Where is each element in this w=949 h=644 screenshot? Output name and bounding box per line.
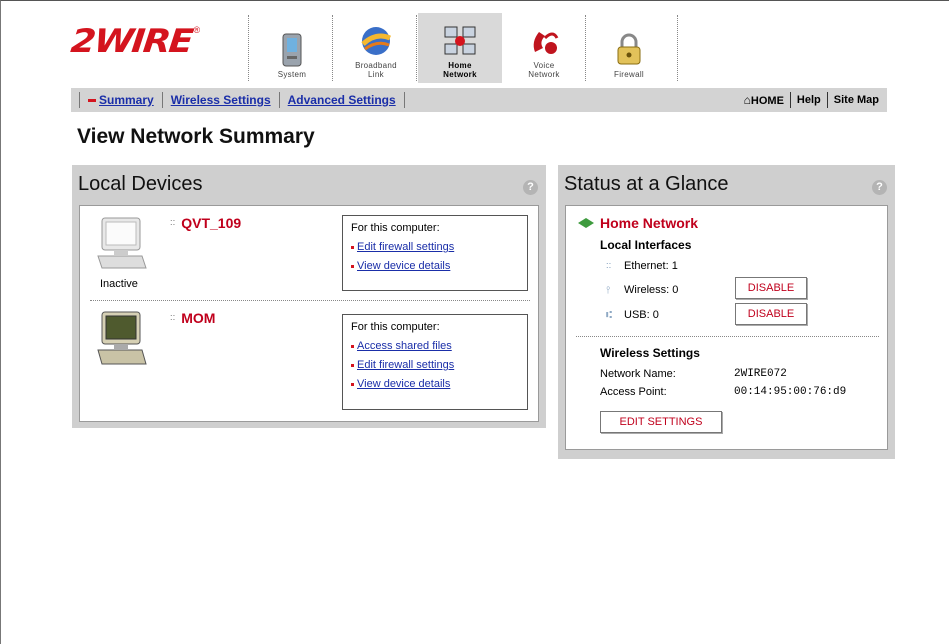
ethernet-label: Ethernet: [624, 260, 669, 272]
local-devices-title: Local Devices [78, 173, 203, 195]
wireless-settings-heading: Wireless Settings [600, 346, 700, 360]
disable-usb-button[interactable]: DISABLE [735, 303, 807, 325]
page-title: View Network Summary [77, 125, 315, 148]
status-title: Status at a Glance [564, 173, 729, 195]
device-name-text: MOM [181, 310, 216, 326]
tab-broadband-link-label: Broadband Link [355, 61, 397, 79]
tab-system[interactable]: System [250, 13, 334, 83]
subnav-summary-link[interactable]: Summary [88, 93, 154, 107]
site-map-link[interactable]: Site Map [834, 94, 879, 106]
wireless-row: ⫯ Wireless: 0 [606, 284, 678, 296]
network-name-value: 2WIRE072 [734, 368, 787, 380]
voice-network-icon [527, 24, 561, 58]
brand-logo[interactable]: 2WIRE ® [69, 19, 241, 63]
view-device-details-link[interactable]: View device details [351, 378, 527, 390]
home-network-icon [443, 24, 477, 58]
actions-header: For this computer: [351, 321, 440, 333]
tab-broadband-link[interactable]: Broadband Link [334, 13, 418, 83]
green-arrow-icon [586, 218, 594, 228]
view-device-details-link[interactable]: View device details [351, 260, 527, 272]
device-actions-box: For this computer: Access shared files E… [342, 314, 528, 410]
device-name-text: QVT_109 [181, 215, 242, 231]
subnav-divider [161, 92, 163, 108]
sub-navigation-bar: Summary Wireless Settings Advanced Setti… [71, 88, 887, 112]
local-interfaces-heading: Local Interfaces [600, 238, 692, 252]
access-point-value: 00:14:95:00:76:d9 [734, 386, 847, 398]
logo-text: 2WIRE [69, 22, 194, 60]
home-icon: ⌂ [743, 93, 751, 107]
ethernet-row: ∶∶ Ethernet: 1 [606, 260, 678, 272]
device-status: Inactive [100, 278, 138, 290]
actions-header: For this computer: [351, 222, 440, 234]
home-network-heading[interactable]: Home Network [578, 215, 698, 231]
computer-inactive-icon [94, 214, 152, 284]
subnav-divider [79, 92, 80, 108]
status-at-a-glance-panel: Status at a Glance ? Home Network Local … [558, 165, 895, 459]
firewall-icon [612, 33, 646, 67]
access-point-label: Access Point: [600, 386, 667, 398]
network-icon: ∶∶ [170, 217, 176, 229]
help-icon[interactable]: ? [523, 180, 538, 195]
broadband-link-icon [359, 24, 393, 58]
section-separator [576, 336, 879, 337]
system-icon [275, 33, 309, 67]
router-admin-page: 2WIRE ® System Broadband Link Home Netwo… [0, 0, 949, 644]
home-network-label: Home Network [600, 215, 699, 231]
device-name[interactable]: ∶∶ MOM [170, 310, 215, 326]
wireless-label: Wireless: [624, 284, 670, 296]
wireless-count: 0 [672, 284, 679, 296]
network-name-label: Network Name: [600, 368, 676, 380]
home-link[interactable]: ⌂HOME [744, 93, 784, 107]
tab-system-label: System [277, 70, 307, 79]
tab-firewall[interactable]: Firewall [587, 13, 671, 83]
usb-icon: ⑆ [606, 309, 612, 321]
local-devices-panel: Local Devices ? ∶∶ QVT_109 Inactive For t… [72, 165, 546, 428]
usb-count: 0 [652, 309, 659, 321]
edit-settings-button[interactable]: EDIT SETTINGS [600, 411, 722, 433]
usb-label: USB: [624, 309, 650, 321]
green-arrow-icon [578, 218, 586, 228]
disable-wireless-button[interactable]: DISABLE [735, 277, 807, 299]
help-link[interactable]: Help [797, 94, 821, 106]
subnav-wireless-settings-link[interactable]: Wireless Settings [171, 93, 271, 107]
tab-home-network[interactable]: Home Network [418, 13, 502, 83]
device-actions-box: For this computer: Edit firewall setting… [342, 215, 528, 291]
help-icon[interactable]: ? [872, 180, 887, 195]
utility-divider [789, 92, 791, 108]
status-content: Home Network Local Interfaces ∶∶ Etherne… [565, 205, 888, 450]
usb-row: ⑆ USB: 0 [606, 309, 659, 321]
tab-firewall-label: Firewall [614, 70, 644, 79]
nav-separator [677, 15, 678, 81]
registered-mark: ® [193, 25, 201, 35]
tab-voice-network[interactable]: Voice Network [502, 13, 586, 83]
network-icon: ∶∶ [170, 312, 176, 324]
access-shared-files-link[interactable]: Access shared files [351, 340, 527, 352]
tab-home-network-label: Home Network [443, 61, 477, 79]
subnav-summary-label: Summary [99, 93, 154, 107]
utility-divider [826, 92, 828, 108]
device-separator [90, 300, 530, 301]
active-marker [88, 99, 96, 103]
device-name[interactable]: ∶∶ QVT_109 [170, 215, 241, 231]
subnav-divider [278, 92, 280, 108]
home-link-label: HOME [750, 95, 784, 107]
local-devices-list: ∶∶ QVT_109 Inactive For this computer: Ed… [79, 205, 539, 422]
edit-firewall-settings-link[interactable]: Edit firewall settings [351, 359, 527, 371]
edit-firewall-settings-link[interactable]: Edit firewall settings [351, 241, 527, 253]
subnav-advanced-settings-link[interactable]: Advanced Settings [288, 93, 396, 107]
ethernet-icon: ∶∶ [606, 260, 612, 272]
tab-voice-network-label: Voice Network [528, 61, 560, 79]
nav-separator [248, 15, 249, 81]
wireless-icon: ⫯ [606, 284, 611, 296]
ethernet-count: 1 [671, 260, 678, 272]
computer-active-icon [94, 310, 152, 380]
utility-links: ⌂HOME Help Site Map [744, 88, 879, 112]
subnav-divider [403, 92, 405, 108]
